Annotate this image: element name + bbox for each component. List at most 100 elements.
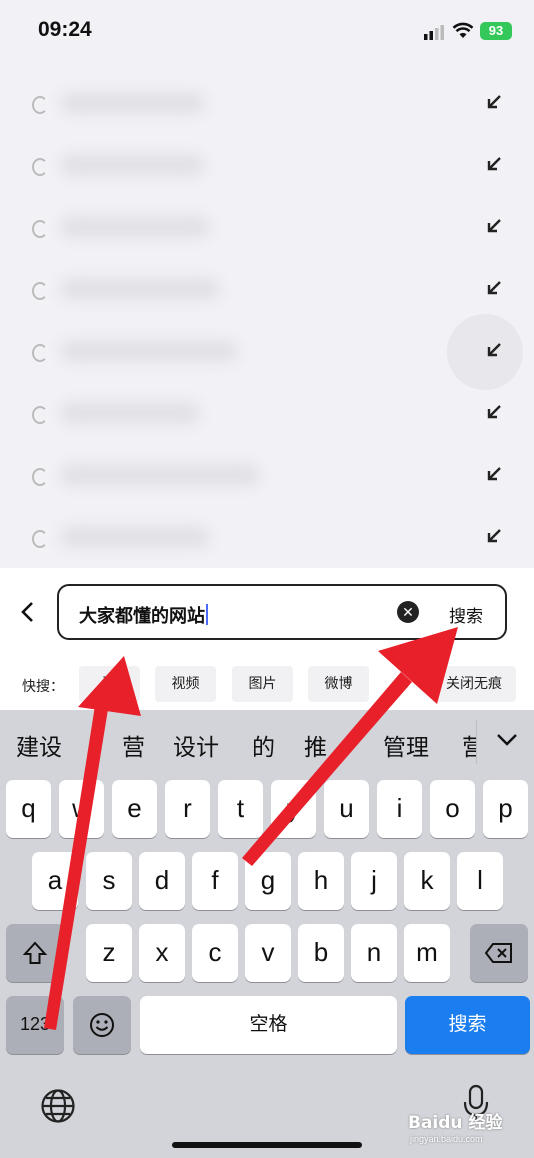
watermark-url: jingyan.baidu.com — [410, 1134, 483, 1144]
fill-arrow-icon[interactable] — [482, 152, 506, 176]
watermark-brand: Baidu 经验 — [408, 1113, 503, 1133]
status-time: 09:24 — [38, 18, 92, 41]
suggestion-item[interactable] — [0, 72, 534, 134]
key-a[interactable]: a — [32, 852, 78, 910]
backspace-key[interactable] — [470, 924, 528, 982]
chip-baidu[interactable]: 百 — [79, 666, 140, 702]
suggestion-text-blurred — [60, 402, 200, 424]
status-bar: 09:24 93 — [0, 0, 534, 62]
fill-arrow-icon[interactable] — [482, 338, 506, 362]
suggestion-item[interactable] — [0, 320, 534, 382]
key-p[interactable]: p — [483, 780, 528, 838]
fill-arrow-icon[interactable] — [482, 524, 506, 548]
space-key[interactable]: 空格 — [140, 996, 397, 1054]
backspace-icon — [484, 943, 512, 963]
suggestion-item[interactable] — [0, 444, 534, 506]
key-s[interactable]: s — [86, 852, 132, 910]
chip-weibo[interactable]: 微博 — [308, 666, 369, 702]
keyboard-search-key[interactable]: 搜索 — [405, 996, 530, 1054]
quick-search-bar: 快搜： 百 视频 图片 微博 关闭无痕 — [0, 658, 534, 710]
key-k[interactable]: k — [404, 852, 450, 910]
suggestion-text-blurred — [60, 92, 205, 114]
key-v[interactable]: v — [245, 924, 291, 982]
expand-chevron-icon[interactable] — [496, 732, 518, 748]
key-h[interactable]: h — [298, 852, 344, 910]
suggestion-item[interactable] — [0, 382, 534, 444]
key-g[interactable]: g — [245, 852, 291, 910]
suggestion-text-blurred — [60, 464, 260, 486]
history-icon — [32, 344, 48, 362]
search-input-value: 大家都懂的网站 — [79, 606, 205, 627]
suggestion-list — [0, 70, 534, 568]
wifi-icon — [452, 22, 474, 38]
fill-arrow-icon[interactable] — [482, 400, 506, 424]
history-icon — [32, 158, 48, 176]
key-z[interactable]: z — [86, 924, 132, 982]
search-button[interactable]: 搜索 — [449, 602, 483, 627]
candidate-item[interactable]: 推 — [304, 728, 327, 762]
globe-icon[interactable] — [40, 1088, 76, 1124]
fill-arrow-icon[interactable] — [482, 214, 506, 238]
suggestion-text-blurred — [60, 216, 210, 238]
candidate-divider — [476, 720, 477, 764]
suggestion-text-blurred — [60, 340, 238, 362]
key-q[interactable]: q — [6, 780, 51, 838]
key-w[interactable]: w — [59, 780, 104, 838]
shift-key[interactable] — [6, 924, 64, 982]
emoji-icon — [90, 1013, 114, 1037]
key-c[interactable]: c — [192, 924, 238, 982]
battery-indicator: 93 — [480, 22, 512, 40]
fill-arrow-icon[interactable] — [482, 90, 506, 114]
history-icon — [32, 468, 48, 486]
candidate-item[interactable]: 设计 — [173, 728, 219, 762]
history-icon — [32, 282, 48, 300]
fill-arrow-icon[interactable] — [482, 462, 506, 486]
home-indicator[interactable] — [172, 1142, 362, 1148]
key-e[interactable]: e — [112, 780, 157, 838]
search-bar: 大家都懂的网站 ✕ 搜索 — [0, 568, 534, 658]
search-input[interactable]: 大家都懂的网站 ✕ 搜索 — [57, 584, 507, 640]
key-y[interactable]: y — [271, 780, 316, 838]
key-t[interactable]: t — [218, 780, 263, 838]
chip-image[interactable]: 图片 — [232, 666, 293, 702]
key-f[interactable]: f — [192, 852, 238, 910]
suggestion-text-blurred — [60, 526, 210, 548]
candidate-item[interactable]: 管理 — [383, 728, 429, 762]
history-icon — [32, 406, 48, 424]
suggestion-item[interactable] — [0, 196, 534, 258]
suggestion-item[interactable] — [0, 258, 534, 320]
suggestion-text-blurred — [60, 154, 205, 176]
text-caret — [206, 604, 208, 625]
key-r[interactable]: r — [165, 780, 210, 838]
key-x[interactable]: x — [139, 924, 185, 982]
suggestion-text-blurred — [60, 278, 220, 300]
candidate-item[interactable]: 的 — [252, 728, 275, 762]
suggestion-item[interactable] — [0, 134, 534, 196]
key-l[interactable]: l — [457, 852, 503, 910]
numbers-key[interactable]: 123 — [6, 996, 64, 1054]
keyboard: 建设 营 设计 的 推 管理 营 q w e r t y u i o p a s… — [0, 710, 534, 1158]
fill-arrow-icon[interactable] — [482, 276, 506, 300]
key-u[interactable]: u — [324, 780, 369, 838]
chip-video[interactable]: 视频 — [155, 666, 216, 702]
history-icon — [32, 220, 48, 238]
history-icon — [32, 530, 48, 548]
quick-search-label: 快搜： — [22, 679, 64, 695]
clear-icon[interactable]: ✕ — [397, 601, 419, 623]
suggestion-item[interactable] — [0, 506, 534, 568]
cellular-signal-icon — [424, 25, 444, 40]
key-i[interactable]: i — [377, 780, 422, 838]
chip-incognito-off[interactable]: 关闭无痕 — [432, 666, 516, 702]
key-d[interactable]: d — [139, 852, 185, 910]
key-b[interactable]: b — [298, 924, 344, 982]
shift-icon — [22, 941, 48, 964]
key-n[interactable]: n — [351, 924, 397, 982]
emoji-key[interactable] — [73, 996, 131, 1054]
key-m[interactable]: m — [404, 924, 450, 982]
candidate-item[interactable]: 营 — [462, 728, 476, 762]
key-o[interactable]: o — [430, 780, 475, 838]
key-j[interactable]: j — [351, 852, 397, 910]
candidate-item[interactable]: 营 — [122, 728, 145, 762]
candidate-item[interactable]: 建设 — [16, 728, 62, 762]
back-chevron-icon[interactable] — [18, 600, 38, 624]
